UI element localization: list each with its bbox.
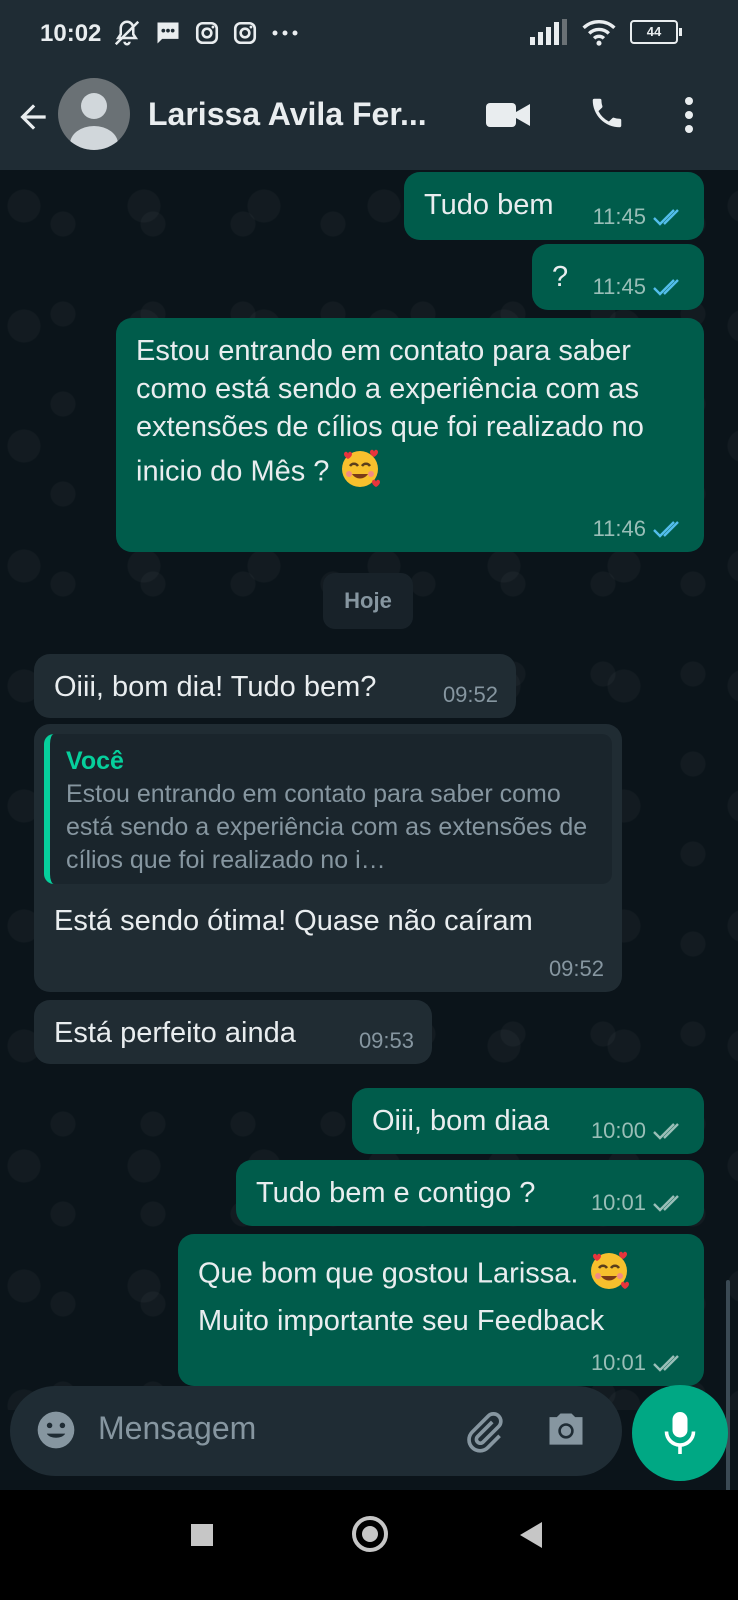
- message-text: Que bom que gostou Larissa. Muito import…: [198, 1248, 684, 1340]
- more-options-icon[interactable]: [684, 96, 694, 134]
- quoted-author: Você: [66, 747, 124, 775]
- video-call-icon[interactable]: [486, 100, 530, 130]
- microphone-icon: [664, 1412, 696, 1454]
- voice-call-icon[interactable]: [588, 94, 626, 132]
- message-meta: 11:45: [593, 204, 686, 230]
- avatar[interactable]: [58, 78, 130, 150]
- message-time: 11:46: [592, 516, 646, 541]
- message-input[interactable]: Mensagem: [98, 1410, 256, 1447]
- recent-apps-button[interactable]: [191, 1524, 213, 1546]
- instagram-icon: [195, 21, 219, 45]
- message-outgoing[interactable]: Estou entrando em contato para saber com…: [116, 318, 704, 552]
- back-arrow-icon[interactable]: [14, 98, 52, 136]
- message-line: Que bom que gostou Larissa.: [198, 1257, 579, 1290]
- double-check-read-icon: [653, 279, 679, 296]
- message-meta: 10:00: [591, 1118, 686, 1144]
- message-meta: 10:01: [591, 1350, 686, 1376]
- message-meta: 11:45: [593, 274, 686, 300]
- status-bar: 10:02 44: [0, 0, 738, 70]
- message-meta: 09:53: [359, 1028, 414, 1054]
- message-text: Estou entrando em contato para saber com…: [136, 332, 680, 500]
- message-outgoing[interactable]: Tudo bem 11:45: [404, 172, 704, 240]
- double-check-read-icon: [653, 209, 679, 226]
- message-meta: 09:52: [443, 682, 498, 708]
- message-meta: 10:01: [591, 1190, 686, 1216]
- system-back-button[interactable]: [520, 1522, 542, 1548]
- attach-icon[interactable]: [462, 1410, 506, 1454]
- quoted-message[interactable]: Você Estou entrando em contato para sabe…: [44, 734, 612, 884]
- message-time: 11:45: [592, 274, 646, 299]
- double-check-delivered-icon: [653, 1355, 679, 1372]
- message-incoming[interactable]: Está perfeito ainda 09:53: [34, 1000, 432, 1064]
- bell-muted-icon: [114, 20, 140, 46]
- contact-name[interactable]: Larissa Avila Fer...: [148, 96, 427, 133]
- signal-icon: [530, 19, 567, 45]
- message-text: Está sendo ótima! Quase não caíram: [54, 905, 533, 937]
- wifi-icon: [582, 20, 616, 46]
- status-time: 10:02: [40, 20, 102, 47]
- message-composer[interactable]: Mensagem: [10, 1386, 622, 1476]
- double-check-read-icon: [653, 521, 679, 538]
- default-avatar-icon: [70, 93, 118, 150]
- quoted-text: Estou entrando em contato para saber com…: [66, 780, 588, 874]
- sms-icon: [157, 22, 179, 44]
- message-text: Oiii, bom dia! Tudo bem?: [54, 671, 377, 703]
- message-time: 10:00: [590, 1118, 646, 1143]
- system-navigation-bar: [0, 1490, 738, 1600]
- smiling-face-with-hearts-icon: [587, 1248, 631, 1302]
- more-notifications-icon: [272, 30, 298, 36]
- status-notification-icons: [112, 18, 300, 48]
- message-time: 09:52: [548, 956, 604, 981]
- camera-icon[interactable]: [544, 1408, 588, 1452]
- smiling-face-with-hearts-icon: [338, 446, 382, 500]
- instagram-icon: [233, 21, 257, 45]
- message-time: 10:01: [590, 1190, 646, 1215]
- status-system-icons: 44: [530, 18, 682, 46]
- message-outgoing[interactable]: Tudo bem e contigo ? 10:01: [236, 1160, 704, 1226]
- voice-record-button[interactable]: [632, 1385, 728, 1481]
- message-outgoing[interactable]: Oiii, bom diaa 10:00: [352, 1088, 704, 1154]
- message-line: Muito importante seu Feedback: [198, 1305, 605, 1337]
- chat-header: Larissa Avila Fer...: [0, 70, 738, 170]
- message-outgoing[interactable]: ? 11:45: [532, 244, 704, 310]
- emoji-icon[interactable]: [34, 1408, 78, 1452]
- double-check-delivered-icon: [653, 1195, 679, 1212]
- message-incoming[interactable]: Oiii, bom dia! Tudo bem? 09:52: [34, 654, 516, 718]
- date-divider: Hoje: [323, 573, 413, 629]
- message-time: 11:45: [592, 204, 646, 229]
- message-time: 09:53: [358, 1028, 414, 1053]
- home-button[interactable]: [352, 1516, 388, 1552]
- battery-indicator: 44: [630, 20, 682, 44]
- message-meta: 09:52: [549, 956, 604, 982]
- message-time: 10:01: [590, 1350, 646, 1375]
- message-outgoing[interactable]: Que bom que gostou Larissa. Muito import…: [178, 1234, 704, 1386]
- message-body: Estou entrando em contato para saber com…: [136, 335, 644, 488]
- message-meta: 11:46: [593, 516, 686, 542]
- message-incoming-reply[interactable]: Você Estou entrando em contato para sabe…: [34, 724, 622, 992]
- message-time: 09:52: [442, 682, 498, 707]
- double-check-delivered-icon: [653, 1123, 679, 1140]
